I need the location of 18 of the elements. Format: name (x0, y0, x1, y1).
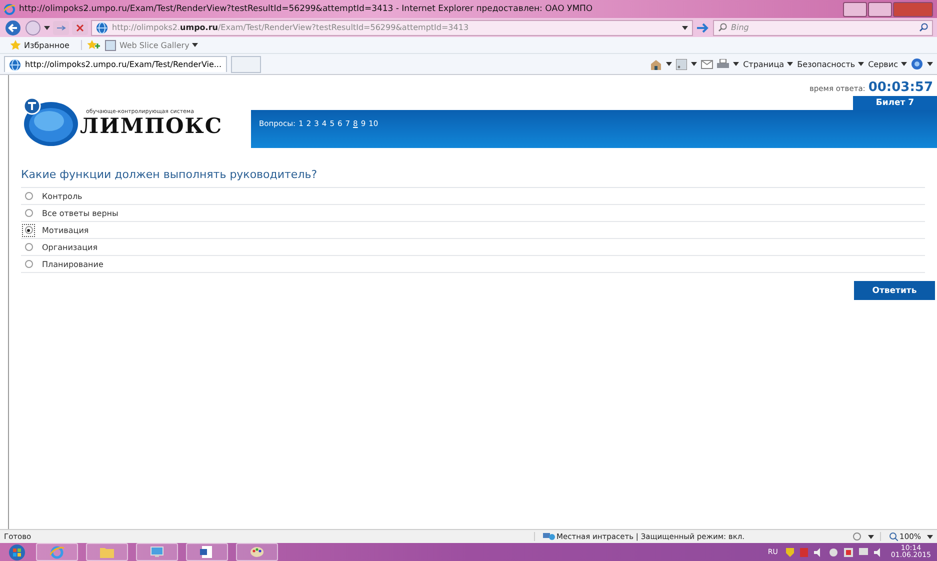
favorites-button[interactable]: Избранное (10, 40, 82, 50)
question-text: Какие функции должен выполнять руководитель? (21, 168, 318, 181)
option-label[interactable]: Мотивация (42, 226, 89, 234)
option-label[interactable]: Все ответы верны (42, 208, 118, 218)
menu-button[interactable]: Страница (743, 60, 794, 68)
favorites-link[interactable]: Web Slice Gallery (105, 40, 198, 50)
browser-tab[interactable]: http://olimpoks2.umpo.ru/Exam/Test/RenderVie... (4, 56, 227, 72)
menu-button[interactable]: Сервис (868, 60, 907, 68)
submit-button[interactable]: Ответить (854, 281, 935, 300)
window-title: http://olimpoks2.umpo.ru/Exam/Test/RenderView?testResultId=56299&attemptId=3413 - Internet Explorer предоставлен: ОАО УМПО (19, 4, 594, 14)
option-label[interactable]: Организация (42, 242, 98, 252)
option-label[interactable]: Контроль (42, 192, 82, 200)
menu-button[interactable]: Безопасность (797, 60, 864, 68)
option-label[interactable]: Планирование (42, 260, 104, 268)
timer: 00:03:57 (868, 80, 933, 95)
ticket-label: Билет 7 (853, 96, 937, 110)
address-field[interactable]: http://olimpoks2.umpo.ru/Exam/Test/RenderView?testResultId=56299&attemptId=3413 (91, 20, 693, 36)
logo-text: ЛИМПОКС (80, 114, 223, 136)
